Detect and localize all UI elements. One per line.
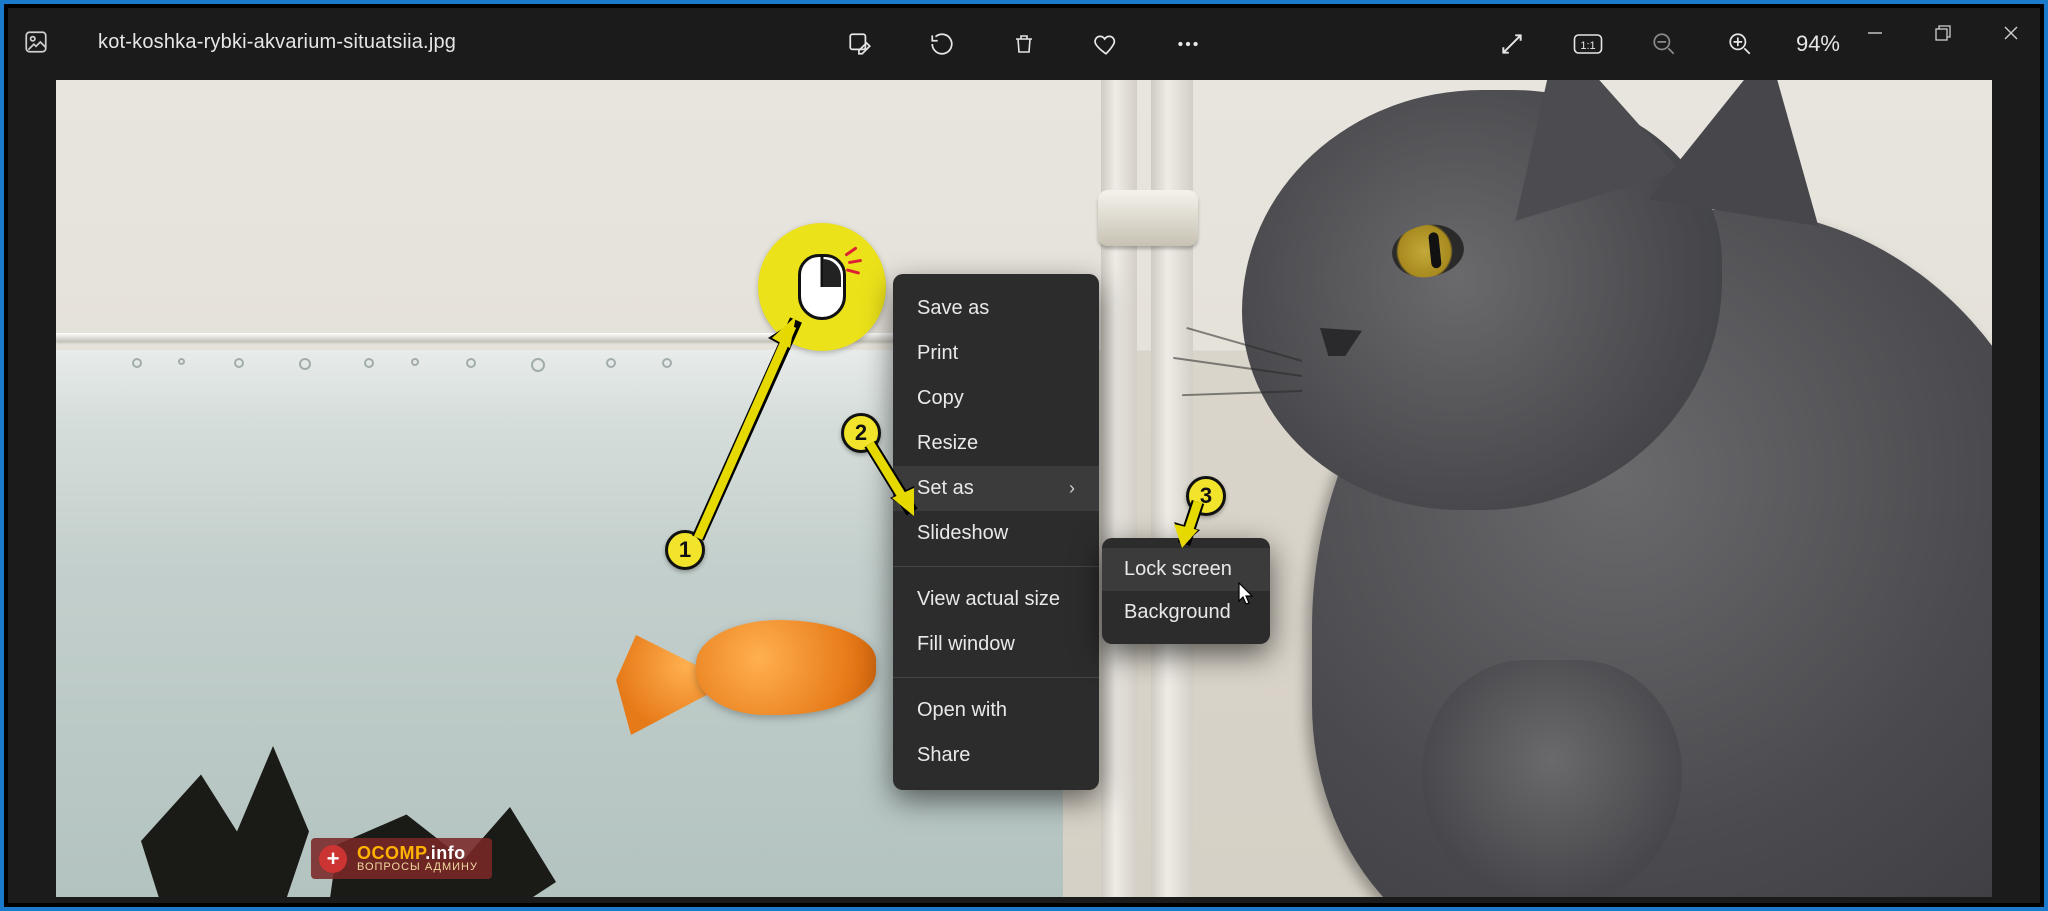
title-bar: kot-koshka-rybki-akvarium-situatsiia.jpg [8, 8, 2040, 76]
chevron-right-icon: › [1069, 478, 1075, 499]
menu-view-actual-size[interactable]: View actual size [893, 577, 1099, 622]
file-name: kot-koshka-rybki-akvarium-situatsiia.jpg [98, 31, 456, 54]
favorite-button[interactable] [1086, 24, 1126, 64]
menu-resize[interactable]: Resize [893, 421, 1099, 466]
context-menu: Save as Print Copy Resize Set as › Slide… [893, 274, 1099, 790]
annotation-step-1: 1 [665, 530, 705, 570]
edit-image-button[interactable] [840, 24, 880, 64]
menu-save-as[interactable]: Save as [893, 286, 1099, 331]
annotation-step-3: 3 [1186, 476, 1226, 516]
menu-copy[interactable]: Copy [893, 376, 1099, 421]
zoom-out-button[interactable] [1644, 24, 1684, 64]
zoom-level[interactable]: 94% [1796, 31, 1840, 57]
delete-button[interactable] [1004, 24, 1044, 64]
minimize-button[interactable] [1852, 16, 1898, 50]
image-content [95, 358, 1024, 366]
menu-set-as[interactable]: Set as › [893, 466, 1099, 511]
svg-text:1:1: 1:1 [1580, 40, 1595, 52]
actual-size-button[interactable]: 1:1 [1568, 24, 1608, 64]
zoom-in-button[interactable] [1720, 24, 1760, 64]
image-content [616, 580, 876, 750]
maximize-button[interactable] [1920, 16, 1966, 50]
menu-print[interactable]: Print [893, 331, 1099, 376]
photos-app-icon [20, 26, 52, 58]
close-button[interactable] [1988, 16, 2034, 50]
menu-open-with[interactable]: Open with [893, 688, 1099, 733]
plus-icon: + [319, 845, 347, 873]
fullscreen-button[interactable] [1492, 24, 1532, 64]
watermark: + OCOMP.info ВОПРОСЫ АДМИНУ [311, 838, 492, 879]
image-content [1172, 80, 1992, 897]
menu-share[interactable]: Share [893, 733, 1099, 778]
more-button[interactable] [1168, 24, 1208, 64]
annotation-step-2: 2 [841, 413, 881, 453]
menu-slideshow[interactable]: Slideshow [893, 511, 1099, 556]
rotate-button[interactable] [922, 24, 962, 64]
annotation-rightclick-icon [758, 223, 886, 351]
menu-fill-window[interactable]: Fill window [893, 622, 1099, 667]
cursor-icon [1238, 582, 1256, 606]
